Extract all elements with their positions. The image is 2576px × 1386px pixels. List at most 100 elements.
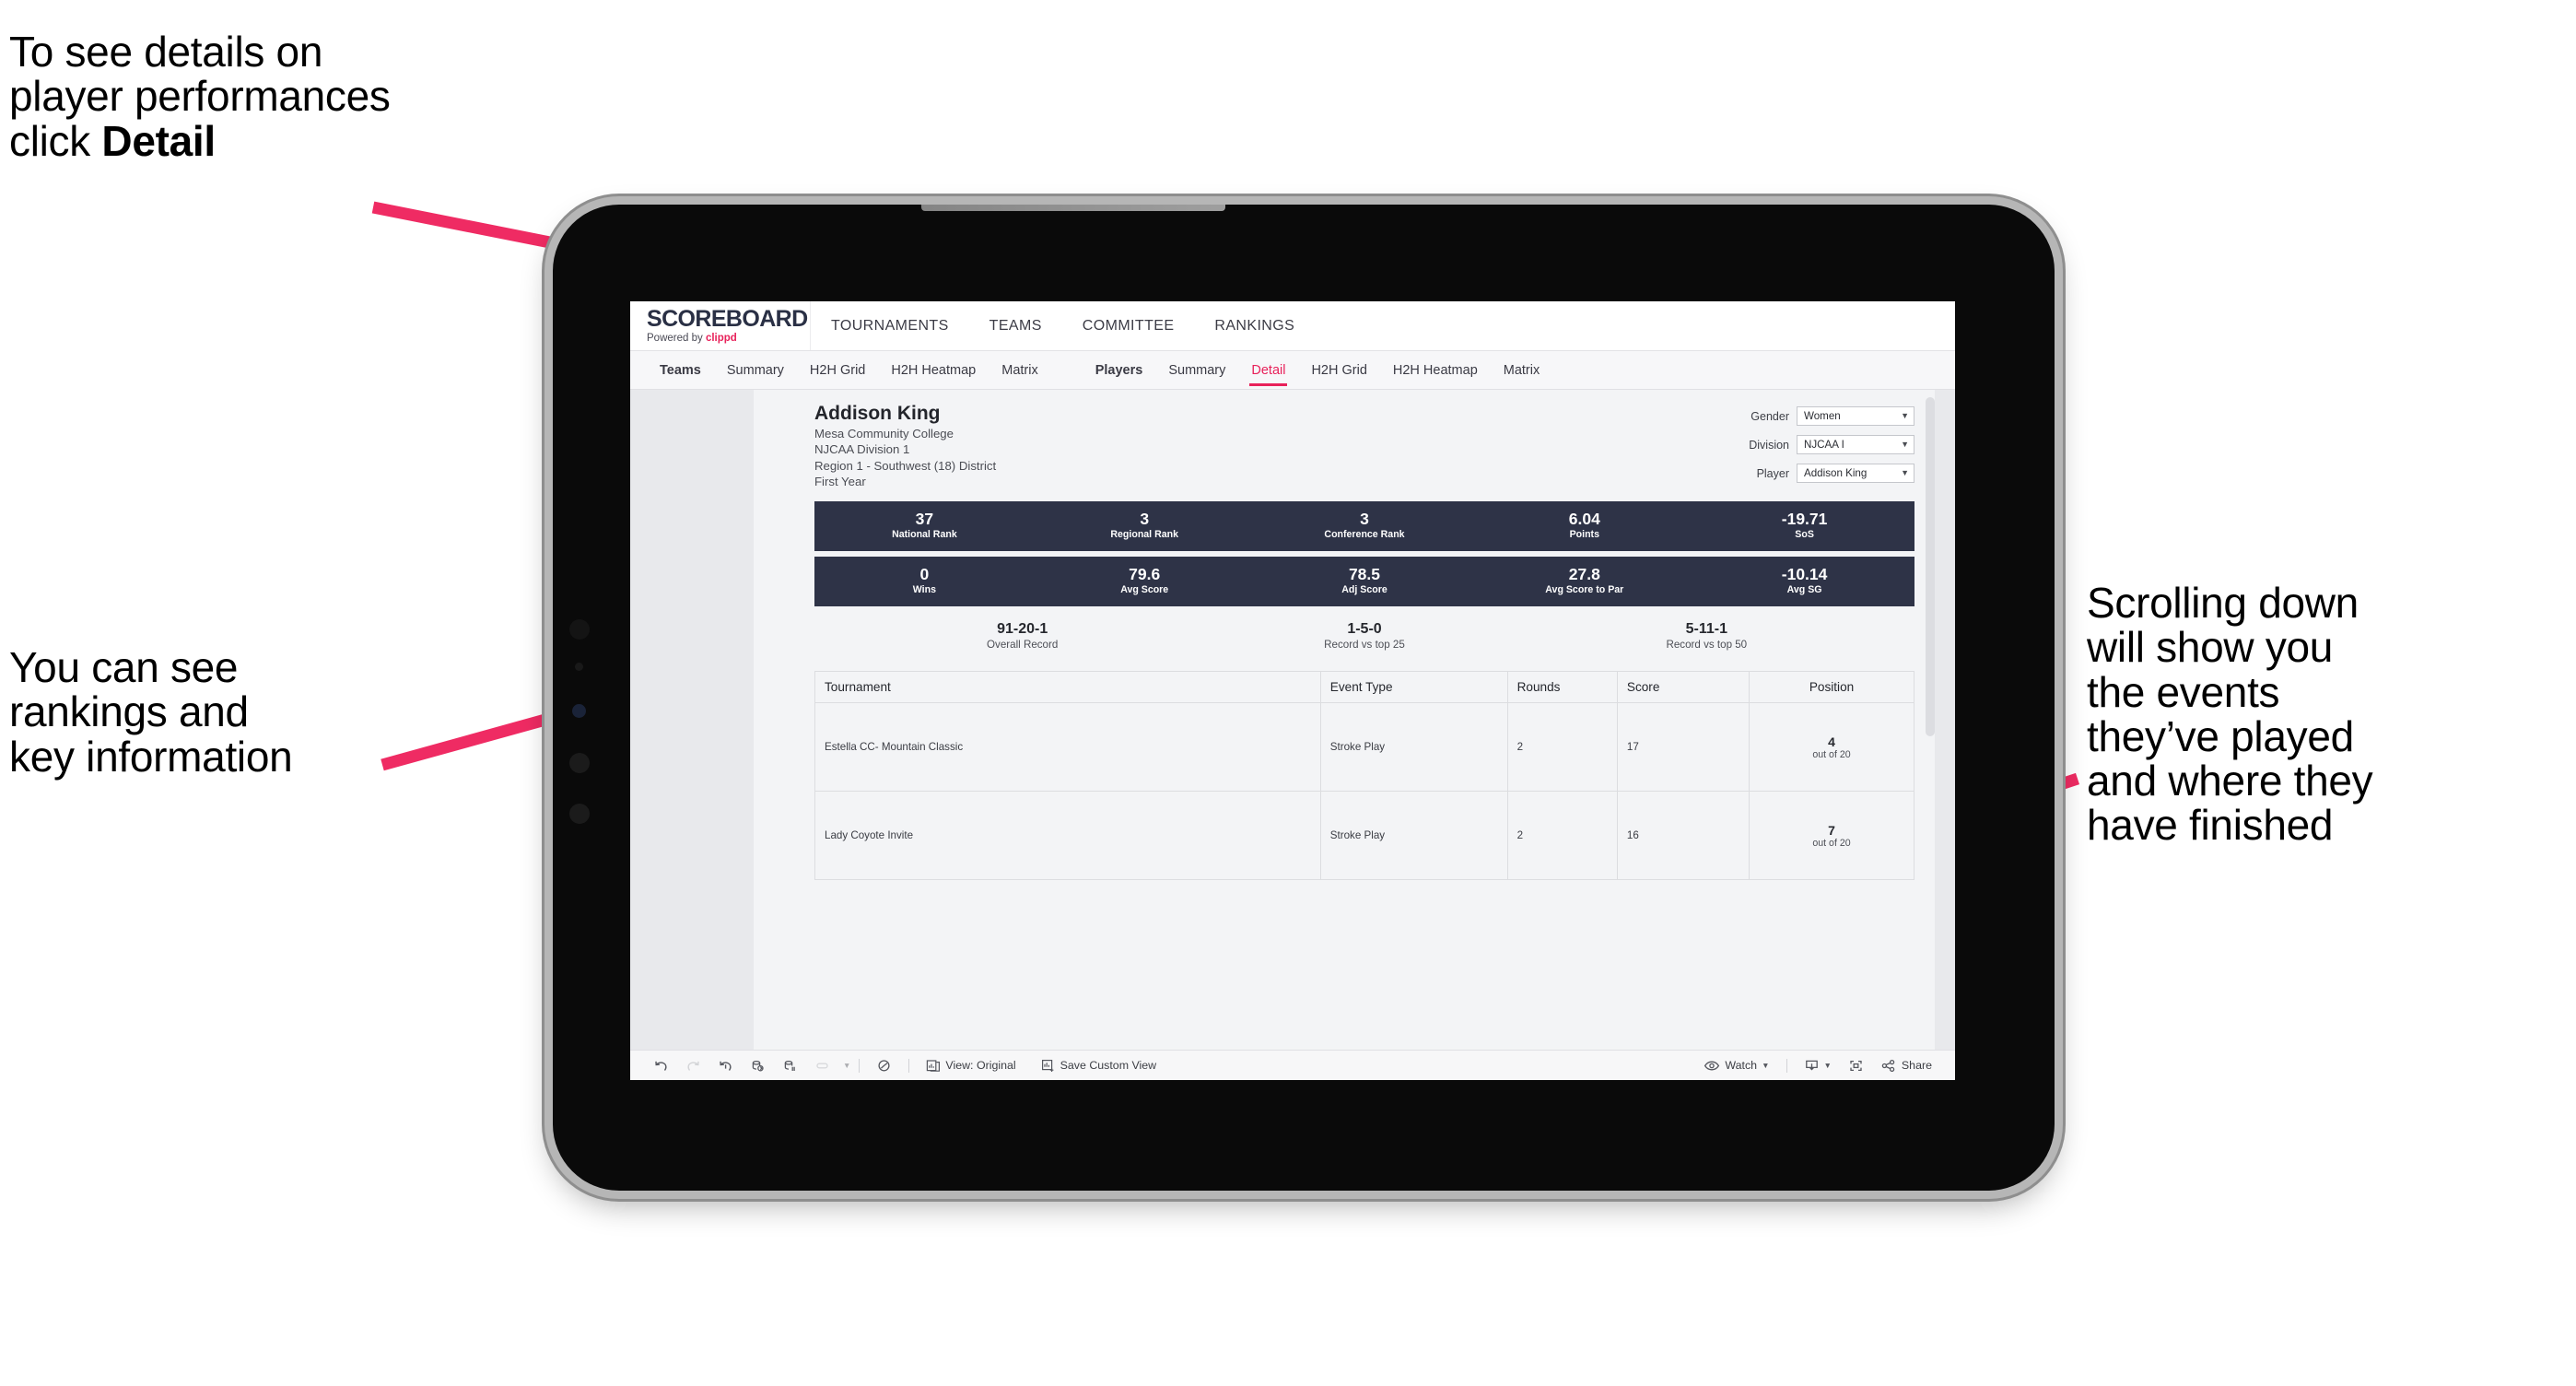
stat-sos-label: SoS (1795, 529, 1814, 541)
subnav-item-teams[interactable]: Teams (647, 351, 714, 390)
device-sensor-icon (572, 704, 586, 718)
player-year: First Year (814, 475, 866, 489)
sheet-content: Addison King Mesa Community College NJCA… (754, 390, 1935, 881)
column-header-score[interactable]: Score (1616, 671, 1751, 704)
highlight-dropdown-icon[interactable]: ▼ (843, 1051, 850, 1080)
stat-conference-rank-label: Conference Rank (1324, 529, 1405, 541)
stat-avg-score-label: Avg Score (1120, 584, 1169, 596)
topnav-item-rankings[interactable]: RANKINGS (1194, 301, 1315, 350)
share-label: Share (1901, 1059, 1932, 1072)
column-header-event-type[interactable]: Event Type (1319, 671, 1508, 704)
topnav-item-committee[interactable]: COMMITTEE (1062, 301, 1195, 350)
topnav-item-tournaments[interactable]: TOURNAMENTS (811, 301, 969, 350)
column-header-position[interactable]: Position (1749, 671, 1914, 704)
watch-button[interactable]: Watch ▼ (1695, 1051, 1777, 1080)
stat-sos: -19.71 SoS (1694, 510, 1914, 542)
view-original-button[interactable]: View: Original (918, 1051, 1024, 1080)
subnav-item-teams-h2h-grid[interactable]: H2H Grid (797, 351, 878, 390)
tablet-screen: SCOREBOARD Powered by clippd TOURNAMENTS… (630, 301, 1955, 1080)
download-icon[interactable]: ▼ (1796, 1051, 1840, 1080)
annotation-top-line1: To see details on (9, 28, 323, 76)
revert-icon[interactable] (709, 1051, 742, 1080)
player-school: Mesa Community College (814, 426, 954, 440)
cell-tournament: Lady Coyote Invite (814, 791, 1321, 881)
pause-data-icon[interactable] (774, 1051, 806, 1080)
filter-gender-select[interactable]: Women ▼ (1797, 406, 1914, 426)
subnav-group-teams: Teams Summary H2H Grid H2H Heatmap Matri… (647, 351, 1051, 390)
app-logo[interactable]: SCOREBOARD Powered by clippd (630, 301, 811, 350)
screenshot-root: To see details on player performances clic… (0, 0, 2576, 1386)
device-button-one[interactable] (569, 753, 590, 773)
stat-avg-sg-value: -10.14 (1781, 564, 1828, 583)
chevron-down-icon: ▼ (1762, 1061, 1770, 1070)
annotation-rankings-info: You can see rankings and key information (9, 643, 293, 781)
events-table: Tournament Event Type Rounds Score Posit… (814, 671, 1914, 881)
viz-toolbar: ▼ View: Original Save Custom View Watch … (630, 1050, 1955, 1080)
share-button[interactable]: Share (1872, 1051, 1940, 1080)
stat-conference-rank-value: 3 (1360, 509, 1369, 528)
dashboard-sheet: Addison King Mesa Community College NJCA… (754, 390, 1935, 1050)
save-custom-view-button[interactable]: Save Custom View (1025, 1051, 1165, 1080)
refresh-data-icon[interactable] (742, 1051, 774, 1080)
filter-panel: Gender Women ▼ Division NJCAA I ▼ Player… (1749, 403, 1914, 492)
stat-points: 6.04 Points (1474, 510, 1694, 542)
filter-division-select[interactable]: NJCAA I ▼ (1797, 435, 1914, 454)
records-row: 91-20-1 Overall Record 1-5-0 Record vs t… (814, 621, 1914, 651)
stat-national-rank: 37 National Rank (814, 510, 1035, 542)
filter-player-select[interactable]: Addison King ▼ (1797, 464, 1914, 483)
table-row[interactable]: Estella CC- Mountain Classic Stroke Play… (814, 702, 1914, 793)
subnav-item-teams-summary[interactable]: Summary (714, 351, 797, 390)
filter-gender-label: Gender (1751, 409, 1789, 423)
subnav-item-players-h2h-heatmap[interactable]: H2H Heatmap (1380, 351, 1491, 390)
cell-tournament: Estella CC- Mountain Classic (814, 702, 1321, 793)
column-header-rounds[interactable]: Rounds (1506, 671, 1618, 704)
record-vs-top-50: 5-11-1 Record vs top 50 (1536, 621, 1878, 651)
stat-conference-rank: 3 Conference Rank (1255, 509, 1475, 542)
record-overall-value: 91-20-1 (997, 621, 1048, 637)
subnav-item-players-detail[interactable]: Detail (1238, 351, 1298, 390)
cell-position-value: 7 (1828, 822, 1835, 838)
cell-event-type: Stroke Play (1319, 791, 1508, 881)
filter-player-value: Addison King (1804, 467, 1868, 479)
redo-icon[interactable] (677, 1051, 709, 1080)
subnav-item-teams-matrix[interactable]: Matrix (989, 351, 1050, 390)
subnav-item-players-matrix[interactable]: Matrix (1491, 351, 1552, 390)
logo-subtitle: Powered by clippd (647, 332, 810, 345)
annotation-top-line2: player performances (9, 72, 391, 121)
cell-event-type: Stroke Play (1319, 702, 1508, 793)
filter-gender: Gender Women ▼ (1749, 406, 1914, 426)
toolbar-divider (1786, 1058, 1787, 1073)
column-header-tournament[interactable]: Tournament (814, 671, 1321, 704)
record-overall: 91-20-1 Overall Record (851, 621, 1193, 651)
device-button-two[interactable] (569, 804, 590, 824)
fullscreen-icon[interactable] (1840, 1051, 1872, 1080)
highlight-icon[interactable] (806, 1051, 838, 1080)
subnav-item-teams-h2h-heatmap[interactable]: H2H Heatmap (878, 351, 989, 390)
record-vs-top-25-value: 1-5-0 (1347, 621, 1382, 637)
undo-icon[interactable] (645, 1051, 677, 1080)
stat-wins: 0 Wins (814, 565, 1035, 597)
dashboard-left-margin (630, 390, 754, 1050)
subnav-item-players-h2h-grid[interactable]: H2H Grid (1298, 351, 1379, 390)
filter-division-value: NJCAA I (1804, 439, 1844, 451)
annotation-top-line3: click (9, 116, 102, 165)
player-header: Addison King Mesa Community College NJCA… (814, 403, 1914, 492)
stat-adj-score-label: Adj Score (1341, 584, 1388, 596)
chevron-down-icon: ▼ (1901, 468, 1909, 477)
app-header: SCOREBOARD Powered by clippd TOURNAMENTS… (630, 301, 1955, 351)
stat-national-rank-label: National Rank (892, 529, 957, 541)
tablet-device: SCOREBOARD Powered by clippd TOURNAMENTS… (553, 205, 2055, 1191)
player-division: NJCAA Division 1 (814, 442, 910, 457)
topnav-item-teams[interactable]: TEAMS (969, 301, 1062, 350)
table-row[interactable]: Lady Coyote Invite Stroke Play 2 16 7 ou… (814, 791, 1914, 881)
logo-brand-clippd: clippd (705, 332, 737, 344)
logo-powered-text: Powered by (647, 332, 706, 344)
stat-avg-score-to-par-label: Avg Score to Par (1545, 584, 1624, 596)
vertical-scrollbar[interactable] (1926, 397, 1935, 736)
stat-avg-score-to-par-value: 27.8 (1568, 564, 1600, 583)
cell-position-out-of: out of 20 (1812, 748, 1851, 760)
logo-title: SCOREBOARD (647, 305, 808, 332)
subnav-item-players[interactable]: Players (1083, 351, 1156, 390)
pause-auto-update-icon[interactable] (868, 1051, 900, 1080)
subnav-item-players-summary[interactable]: Summary (1155, 351, 1238, 390)
